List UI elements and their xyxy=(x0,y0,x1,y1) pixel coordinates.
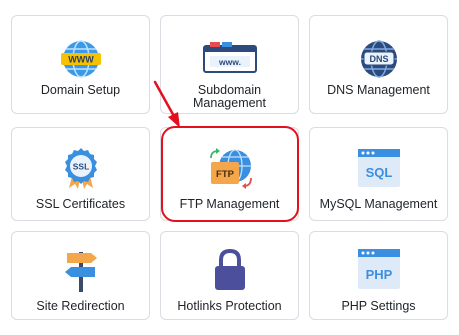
ftp-text: FTP xyxy=(216,169,235,180)
tile-php-settings[interactable]: PHP PHP Settings xyxy=(309,231,448,320)
www-text: WWW xyxy=(68,55,94,65)
tile-dns-management[interactable]: DNS DNS Management xyxy=(309,15,448,114)
sql-window-icon: SQL xyxy=(310,148,447,188)
signpost-icon xyxy=(12,248,149,292)
tile-label: SSL Certificates xyxy=(35,197,126,211)
tile-label: Domain Setup xyxy=(40,83,121,97)
globe-www-icon: WWW xyxy=(12,38,149,80)
tile-label: PHP Settings xyxy=(341,299,416,313)
tile-label: FTP Management xyxy=(179,197,280,211)
sql-text: SQL xyxy=(365,165,392,180)
dns-globe-icon: DNS xyxy=(310,38,447,80)
tile-mysql-management[interactable]: SQL MySQL Management xyxy=(309,127,448,221)
ssl-badge-icon: SSL xyxy=(12,146,149,190)
php-text: PHP xyxy=(365,267,392,282)
padlock-icon xyxy=(161,248,298,292)
tile-label: DNS Management xyxy=(327,83,430,97)
tile-ftp-management[interactable]: FTP FTP Management xyxy=(160,127,299,221)
www-bar-text: www. xyxy=(218,57,241,67)
tile-subdomain-management[interactable]: www. Subdomain Management xyxy=(160,15,299,114)
tile-ssl-certificates[interactable]: SSL SSL Certificates xyxy=(11,127,150,221)
ftp-globe-icon: FTP xyxy=(161,146,298,190)
tile-hotlinks-protection[interactable]: Hotlinks Protection xyxy=(160,231,299,320)
www-address-bar-icon: www. xyxy=(161,40,298,76)
dns-text: DNS xyxy=(369,54,388,64)
tile-label: Site Redirection xyxy=(36,299,125,313)
tile-label: Subdomain Management xyxy=(193,83,266,110)
php-window-icon: PHP xyxy=(310,248,447,290)
tile-label: MySQL Management xyxy=(319,197,438,211)
tile-domain-setup[interactable]: WWW Domain Setup xyxy=(11,15,150,114)
tile-site-redirection[interactable]: Site Redirection xyxy=(11,231,150,320)
ssl-text: SSL xyxy=(72,162,89,172)
tile-label: Hotlinks Protection xyxy=(177,299,282,313)
